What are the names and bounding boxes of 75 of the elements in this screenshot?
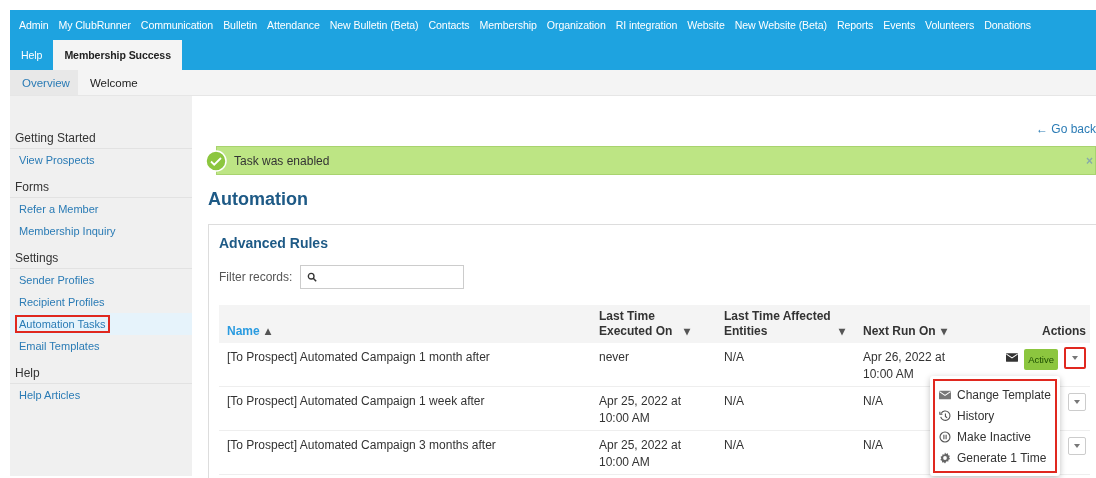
caret-icon [1074, 400, 1080, 404]
nav-tab[interactable]: Reports [836, 19, 874, 31]
nav-tab[interactable]: Membership Success [53, 40, 182, 70]
nav-tab[interactable]: Bulletin [223, 19, 258, 31]
sidebar-heading: Getting Started [10, 128, 192, 149]
table-cell-text: Apr 25, 2022 at 10:00 AM [599, 393, 683, 427]
nav-tab[interactable]: My ClubRunner [58, 19, 131, 31]
panel-title: Advanced Rules [219, 235, 329, 251]
nav-tab[interactable]: Organization [546, 19, 606, 31]
nav-tab[interactable]: Website [687, 19, 725, 31]
sort-arrow[interactable]: ▾ [839, 324, 845, 339]
menu-item[interactable]: History [939, 405, 1051, 426]
filter-label: Filter records: [219, 270, 293, 284]
dropdown-toggle[interactable] [1064, 347, 1086, 369]
nav-tab[interactable]: Donations [984, 19, 1031, 31]
column-header[interactable]: Next Run On [863, 324, 936, 339]
nav-tab[interactable]: Admin [19, 19, 49, 31]
nav-tab[interactable]: Communication [140, 19, 214, 31]
sort-arrow[interactable]: ▾ [684, 324, 690, 339]
alert-message: Task was enabled [234, 153, 330, 168]
table-cell: [To Prospect] Automated Campaign 3 months after [227, 437, 496, 454]
sidebar-link[interactable]: Sender Profiles [15, 271, 99, 289]
menu-item[interactable]: Make Inactive [939, 426, 1051, 447]
history-icon [939, 409, 951, 422]
sidebar-link[interactable]: Email Templates [15, 337, 104, 355]
nav-tab[interactable]: Help [10, 40, 54, 70]
column-header[interactable]: Name [227, 324, 260, 339]
envelope-icon [1006, 353, 1019, 362]
table-cell: [To Prospect] Automated Campaign 1 week after [227, 393, 485, 410]
column-header[interactable]: Actions [1042, 324, 1086, 339]
table-cell: never [599, 349, 630, 366]
table-cell: [To Prospect] Automated Campaign 1 month after [227, 349, 490, 366]
nav-tab[interactable]: Volunteers [925, 19, 975, 31]
nav-tab[interactable]: Membership [479, 19, 537, 31]
table-cell-text: Apr 25, 2022 at 10:00 AM [599, 437, 683, 471]
check-circle-icon [205, 149, 227, 172]
table-cell-text: Apr 26, 2022 at 10:00 AM [863, 349, 947, 383]
table-cell: N/A [863, 393, 883, 410]
sidebar-link[interactable]: Membership Inquiry [15, 222, 120, 240]
column-header[interactable]: Last Time Affected Entities [724, 309, 834, 339]
sidebar-link[interactable]: Refer a Member [15, 200, 103, 218]
menu-item[interactable]: Change Template [939, 384, 1051, 405]
sort-arrow[interactable]: ▾ [940, 324, 947, 339]
page-title: Automation [208, 189, 309, 210]
column-header[interactable]: Last Time Executed On [599, 309, 679, 339]
sidebar-link[interactable]: Recipient Profiles [15, 293, 109, 311]
sidebar-heading: Help [10, 363, 192, 384]
table-cell: N/A [724, 349, 744, 366]
settings-icon [939, 451, 951, 464]
menu-item[interactable]: Generate 1 Time [939, 447, 1051, 468]
table-cell: N/A [863, 437, 883, 454]
nav-tab[interactable]: New Website (Beta) [734, 19, 827, 31]
caret-icon [1072, 356, 1078, 360]
search-field[interactable] [300, 265, 465, 289]
search-icon [307, 272, 318, 282]
sidebar-heading: Settings [10, 248, 192, 269]
sidebar-link[interactable]: View Prospects [15, 151, 99, 169]
pause-icon [939, 430, 951, 443]
sub-nav-tab[interactable]: Welcome [77, 70, 146, 95]
caret-icon [1074, 444, 1080, 448]
sub-nav-tab[interactable]: Overview [10, 70, 78, 95]
nav-tab[interactable]: New Bulletin (Beta) [329, 19, 419, 31]
sort-arrow[interactable]: ▴ [264, 324, 271, 339]
nav-tab[interactable]: RI integration [615, 19, 678, 31]
table-cell: N/A [724, 393, 744, 410]
envelope-icon [939, 388, 951, 401]
nav-tab[interactable]: Events [883, 19, 916, 31]
status-badge: Active [1024, 349, 1058, 370]
go-back-link[interactable]: ← Go back [1035, 122, 1096, 136]
nav-tab[interactable]: Attendance [267, 19, 320, 31]
table-cell: N/A [724, 437, 744, 454]
sidebar-heading: Forms [10, 177, 192, 198]
sidebar-link[interactable]: Help Articles [15, 386, 85, 404]
nav-tab[interactable]: Contacts [428, 19, 470, 31]
sidebar-link[interactable]: Automation Tasks [15, 315, 110, 333]
